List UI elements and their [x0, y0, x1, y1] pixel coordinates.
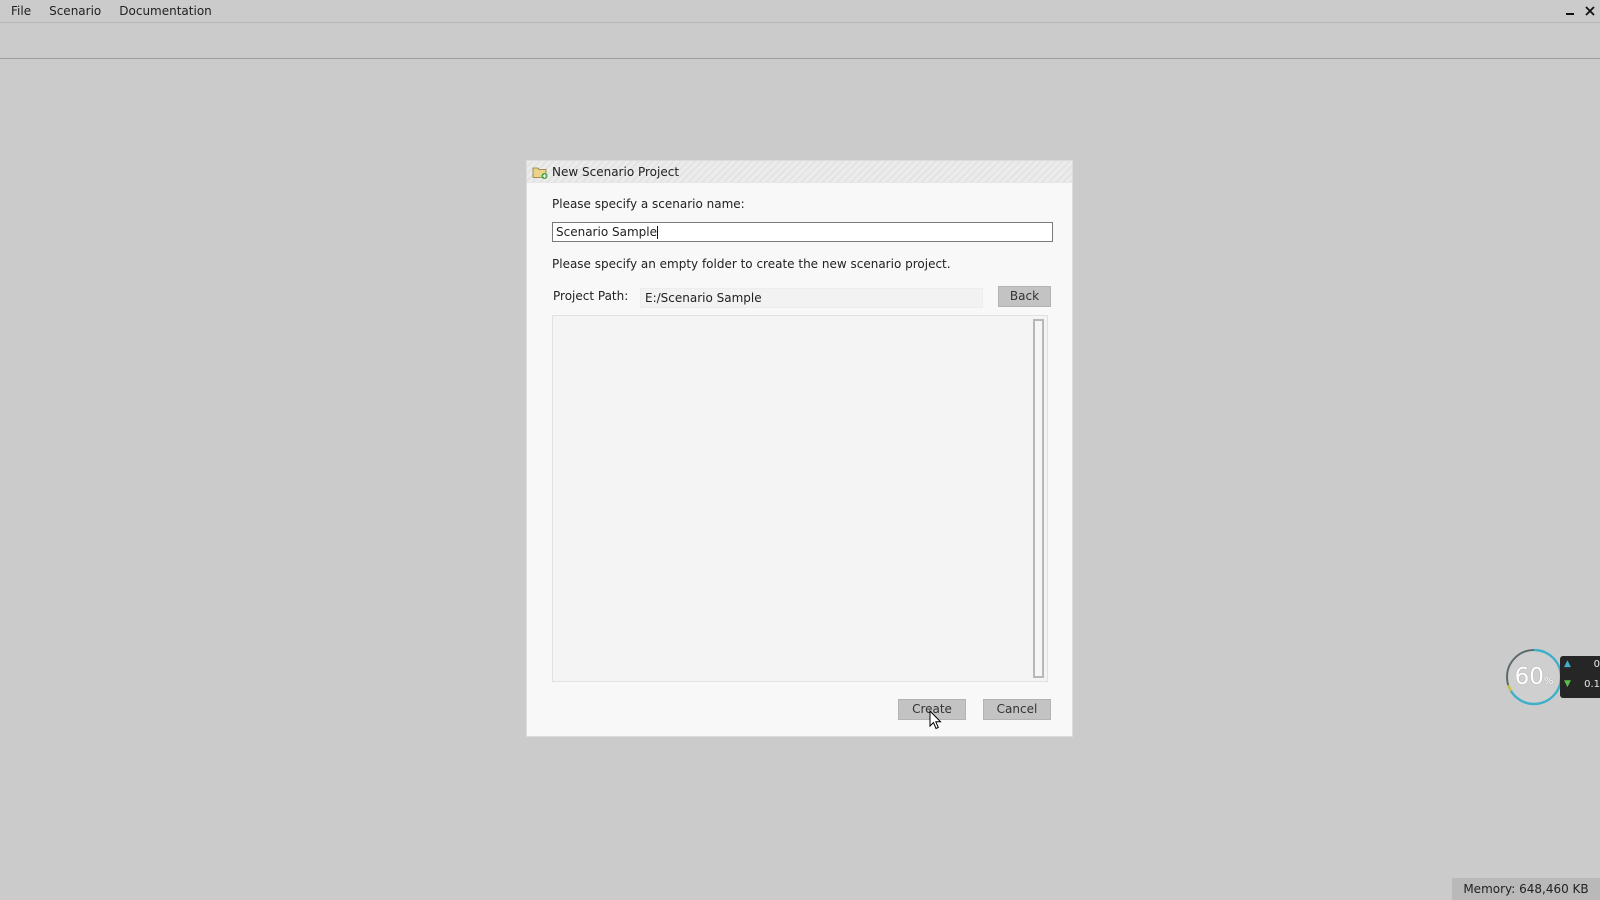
menu-bar: File Scenario Documentation [0, 0, 1600, 22]
network-speed-panel: ▲ 0 ▼ 0.1 [1560, 656, 1600, 698]
cpu-usage-unit: % [1543, 676, 1554, 687]
folder-prompt: Please specify an empty folder to create… [552, 257, 951, 271]
menu-file[interactable]: File [0, 0, 40, 22]
new-folder-icon [532, 167, 548, 179]
folder-browser-scrollbar[interactable] [1033, 319, 1044, 678]
cpu-usage-number: 60 [1514, 664, 1544, 690]
toolbar-area [0, 23, 1600, 59]
upload-speed-value: 0 [1593, 659, 1600, 670]
dialog-title: New Scenario Project [552, 165, 680, 179]
cancel-button[interactable]: Cancel [983, 699, 1051, 720]
scenario-name-value: Scenario Sample [556, 225, 657, 239]
back-button[interactable]: Back [998, 286, 1051, 307]
application-window: File Scenario Documentation New Scenario… [0, 0, 1600, 900]
text-caret [656, 225, 658, 239]
close-icon [1585, 6, 1595, 16]
download-speed-value: 0.1 [1584, 679, 1600, 690]
dialog-titlebar[interactable]: New Scenario Project [527, 161, 1072, 183]
minimize-icon [1566, 13, 1574, 15]
new-scenario-project-dialog: New Scenario Project Please specify a sc… [527, 161, 1072, 736]
minimize-button[interactable] [1560, 0, 1580, 22]
memory-status: Memory: 648,460 KB [1452, 878, 1600, 900]
window-controls [1560, 0, 1600, 22]
folder-browser[interactable] [552, 315, 1048, 682]
upload-speed-row: ▲ 0 [1560, 656, 1600, 676]
scenario-name-prompt: Please specify a scenario name: [552, 197, 745, 211]
project-path-field[interactable]: E:/Scenario Sample [640, 288, 983, 308]
upload-arrow-icon: ▲ [1564, 659, 1571, 669]
download-speed-row: ▼ 0.1 [1560, 676, 1600, 696]
download-arrow-icon: ▼ [1564, 679, 1571, 689]
mouse-pointer-icon [929, 710, 942, 730]
close-button[interactable] [1580, 0, 1600, 22]
cpu-usage-gauge[interactable]: 60% [1505, 648, 1563, 706]
menu-documentation[interactable]: Documentation [110, 0, 221, 22]
menu-scenario[interactable]: Scenario [40, 0, 110, 22]
scenario-name-input[interactable]: Scenario Sample [552, 222, 1053, 242]
cpu-usage-value: 60% [1505, 648, 1563, 706]
project-path-label: Project Path: [553, 289, 629, 303]
